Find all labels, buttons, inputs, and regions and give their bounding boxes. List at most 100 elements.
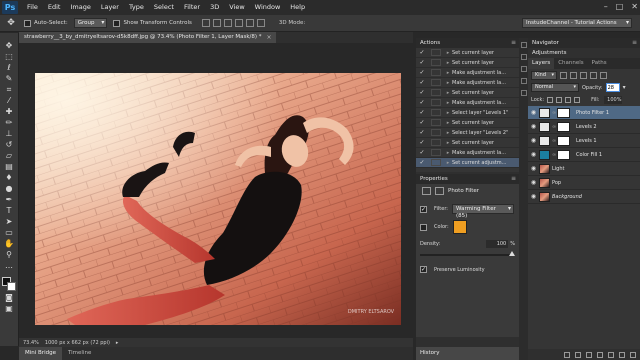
expand-icon[interactable]: ▸ — [444, 120, 452, 126]
dialog-toggle[interactable] — [431, 109, 441, 116]
crop-tool-icon[interactable]: ⌗ — [2, 85, 16, 95]
blur-tool-icon[interactable]: ♦ — [2, 173, 16, 183]
expand-icon[interactable]: ▸ — [444, 110, 452, 116]
check-icon[interactable]: ✓ — [416, 89, 428, 96]
mask-icon[interactable] — [435, 187, 444, 195]
dialog-toggle[interactable] — [431, 149, 441, 156]
menu-edit[interactable]: Edit — [43, 0, 66, 15]
adjustment-filter-icon[interactable] — [570, 71, 578, 79]
menu-view[interactable]: View — [224, 0, 249, 15]
layer-thumbnail[interactable] — [539, 177, 550, 188]
close-icon[interactable]: ✕ — [631, 2, 638, 11]
adjustments-panel-header[interactable]: Adjustments — [528, 48, 640, 58]
layer-mask-thumbnail[interactable] — [557, 149, 570, 160]
action-item[interactable]: ✓ ▸ Set current adjustm... — [416, 158, 519, 168]
check-icon[interactable]: ✓ — [416, 119, 428, 126]
photo-canvas[interactable]: DMITRY ELTSAROV — [35, 73, 401, 325]
navigator-panel-header[interactable]: Navigator ≡ — [528, 38, 640, 48]
expand-icon[interactable]: ▸ — [444, 140, 452, 146]
color-radio[interactable] — [420, 223, 427, 231]
panel-menu-icon[interactable]: ≡ — [511, 174, 516, 184]
check-icon[interactable]: ✓ — [416, 149, 428, 156]
eraser-tool-icon[interactable]: ▱ — [2, 151, 16, 161]
dialog-toggle[interactable] — [431, 89, 441, 96]
action-item[interactable]: ✓ ▸ Set current layer — [416, 58, 519, 68]
action-item[interactable]: ✓ ▸ Make adjustment la... — [416, 68, 519, 78]
preserve-luminosity-checkbox[interactable] — [420, 266, 427, 273]
action-item[interactable]: ✓ ▸ Select layer "Levels 2" — [416, 128, 519, 138]
expand-icon[interactable]: ▸ — [444, 130, 452, 136]
dialog-toggle[interactable] — [431, 79, 441, 86]
pen-tool-icon[interactable]: ✒ — [2, 195, 16, 205]
lock-pixels-icon[interactable] — [556, 97, 563, 103]
expand-icon[interactable]: ▸ — [444, 160, 452, 166]
align-right-icon[interactable] — [256, 19, 265, 27]
lock-transparent-icon[interactable] — [547, 97, 554, 103]
visibility-eye-icon[interactable]: ◉ — [528, 179, 539, 186]
show-transform-option[interactable]: Show Transform Controls — [113, 19, 192, 27]
action-item[interactable]: ✓ ▸ Set current layer — [416, 138, 519, 148]
panel-menu-icon[interactable]: ≡ — [511, 38, 516, 48]
align-left-icon[interactable] — [234, 19, 243, 27]
history-brush-icon[interactable]: ↺ — [2, 140, 16, 150]
layer-thumbnail[interactable] — [539, 163, 550, 174]
tab-layers[interactable]: Layers — [528, 58, 555, 69]
zoom-tool-icon[interactable]: ⚲ — [2, 250, 16, 260]
shape-filter-icon[interactable] — [590, 71, 598, 79]
check-icon[interactable]: ✓ — [416, 159, 428, 166]
new-adjustment-icon[interactable] — [597, 351, 603, 358]
align-middle-icon[interactable] — [212, 19, 221, 27]
layer-row[interactable]: ◉ Pop — [528, 176, 640, 190]
action-item[interactable]: ✓ ▸ Make adjustment la... — [416, 148, 519, 158]
quick-mask-icon[interactable]: ◙ — [2, 293, 16, 303]
menu-layer[interactable]: Layer — [96, 0, 124, 15]
close-icon[interactable]: × — [267, 32, 272, 43]
align-bottom-icon[interactable] — [223, 19, 232, 27]
panel-menu-icon[interactable]: ≡ — [632, 38, 637, 48]
show-transform-checkbox[interactable] — [113, 19, 121, 27]
lock-position-icon[interactable] — [565, 97, 572, 103]
quick-select-tool-icon[interactable]: ✎ — [2, 74, 16, 84]
more-tools-icon[interactable]: … — [2, 261, 16, 271]
layer-row[interactable]: ◉ Light — [528, 162, 640, 176]
zoom-level[interactable]: 73.4% — [23, 340, 39, 346]
dialog-toggle[interactable] — [431, 59, 441, 66]
status-arrow-icon[interactable]: ▸ — [116, 340, 119, 346]
menu-filter[interactable]: Filter — [179, 0, 205, 15]
new-group-icon[interactable] — [608, 351, 614, 358]
check-icon[interactable]: ✓ — [416, 49, 428, 56]
expand-icon[interactable]: ▸ — [444, 80, 452, 86]
color-swatch[interactable] — [452, 220, 467, 234]
menu-type[interactable]: Type — [124, 0, 149, 15]
filter-radio[interactable] — [420, 205, 427, 213]
screen-mode-icon[interactable]: ▣ — [2, 304, 16, 314]
expand-icon[interactable]: ▸ — [444, 90, 452, 96]
menu-help[interactable]: Help — [285, 0, 310, 15]
align-center-icon[interactable] — [245, 19, 254, 27]
auto-select-checkbox[interactable] — [24, 19, 31, 27]
visibility-eye-icon[interactable]: ◉ — [528, 151, 539, 158]
density-slider-track[interactable] — [420, 254, 512, 256]
opacity-input[interactable]: 28 — [605, 83, 620, 92]
check-icon[interactable]: ✓ — [416, 69, 428, 76]
tab-mini-bridge[interactable]: Mini Bridge — [19, 347, 62, 360]
background-color[interactable] — [7, 282, 16, 291]
dialog-toggle[interactable] — [431, 49, 441, 56]
doc-info[interactable]: 1000 px x 662 px (72 ppi) — [45, 340, 110, 346]
filter-dropdown[interactable]: Warming Filter (85) — [451, 204, 514, 219]
chevron-down-icon[interactable]: ▾ — [623, 84, 626, 91]
fill-input[interactable]: 100% — [604, 96, 623, 104]
healing-brush-icon[interactable]: ✚ — [2, 107, 16, 117]
add-mask-icon[interactable] — [586, 351, 592, 358]
canvas-area[interactable]: DMITRY ELTSAROV — [19, 43, 413, 338]
document-tab[interactable]: strawberry__3_by_dmitryeltsarov-d5k8dff.… — [19, 32, 276, 43]
check-icon[interactable]: ✓ — [416, 79, 428, 86]
smart-object-filter-icon[interactable] — [600, 71, 608, 79]
expand-icon[interactable]: ▸ — [444, 100, 452, 106]
adjustments-icon[interactable] — [520, 54, 527, 60]
preserve-luminosity-row[interactable]: Preserve Luminosity — [420, 266, 485, 273]
menu-file[interactable]: File — [22, 0, 43, 15]
hand-tool-icon[interactable]: ✋ — [2, 239, 16, 249]
maximize-icon[interactable]: □ — [616, 2, 624, 11]
type-tool-icon[interactable]: T — [2, 206, 16, 216]
